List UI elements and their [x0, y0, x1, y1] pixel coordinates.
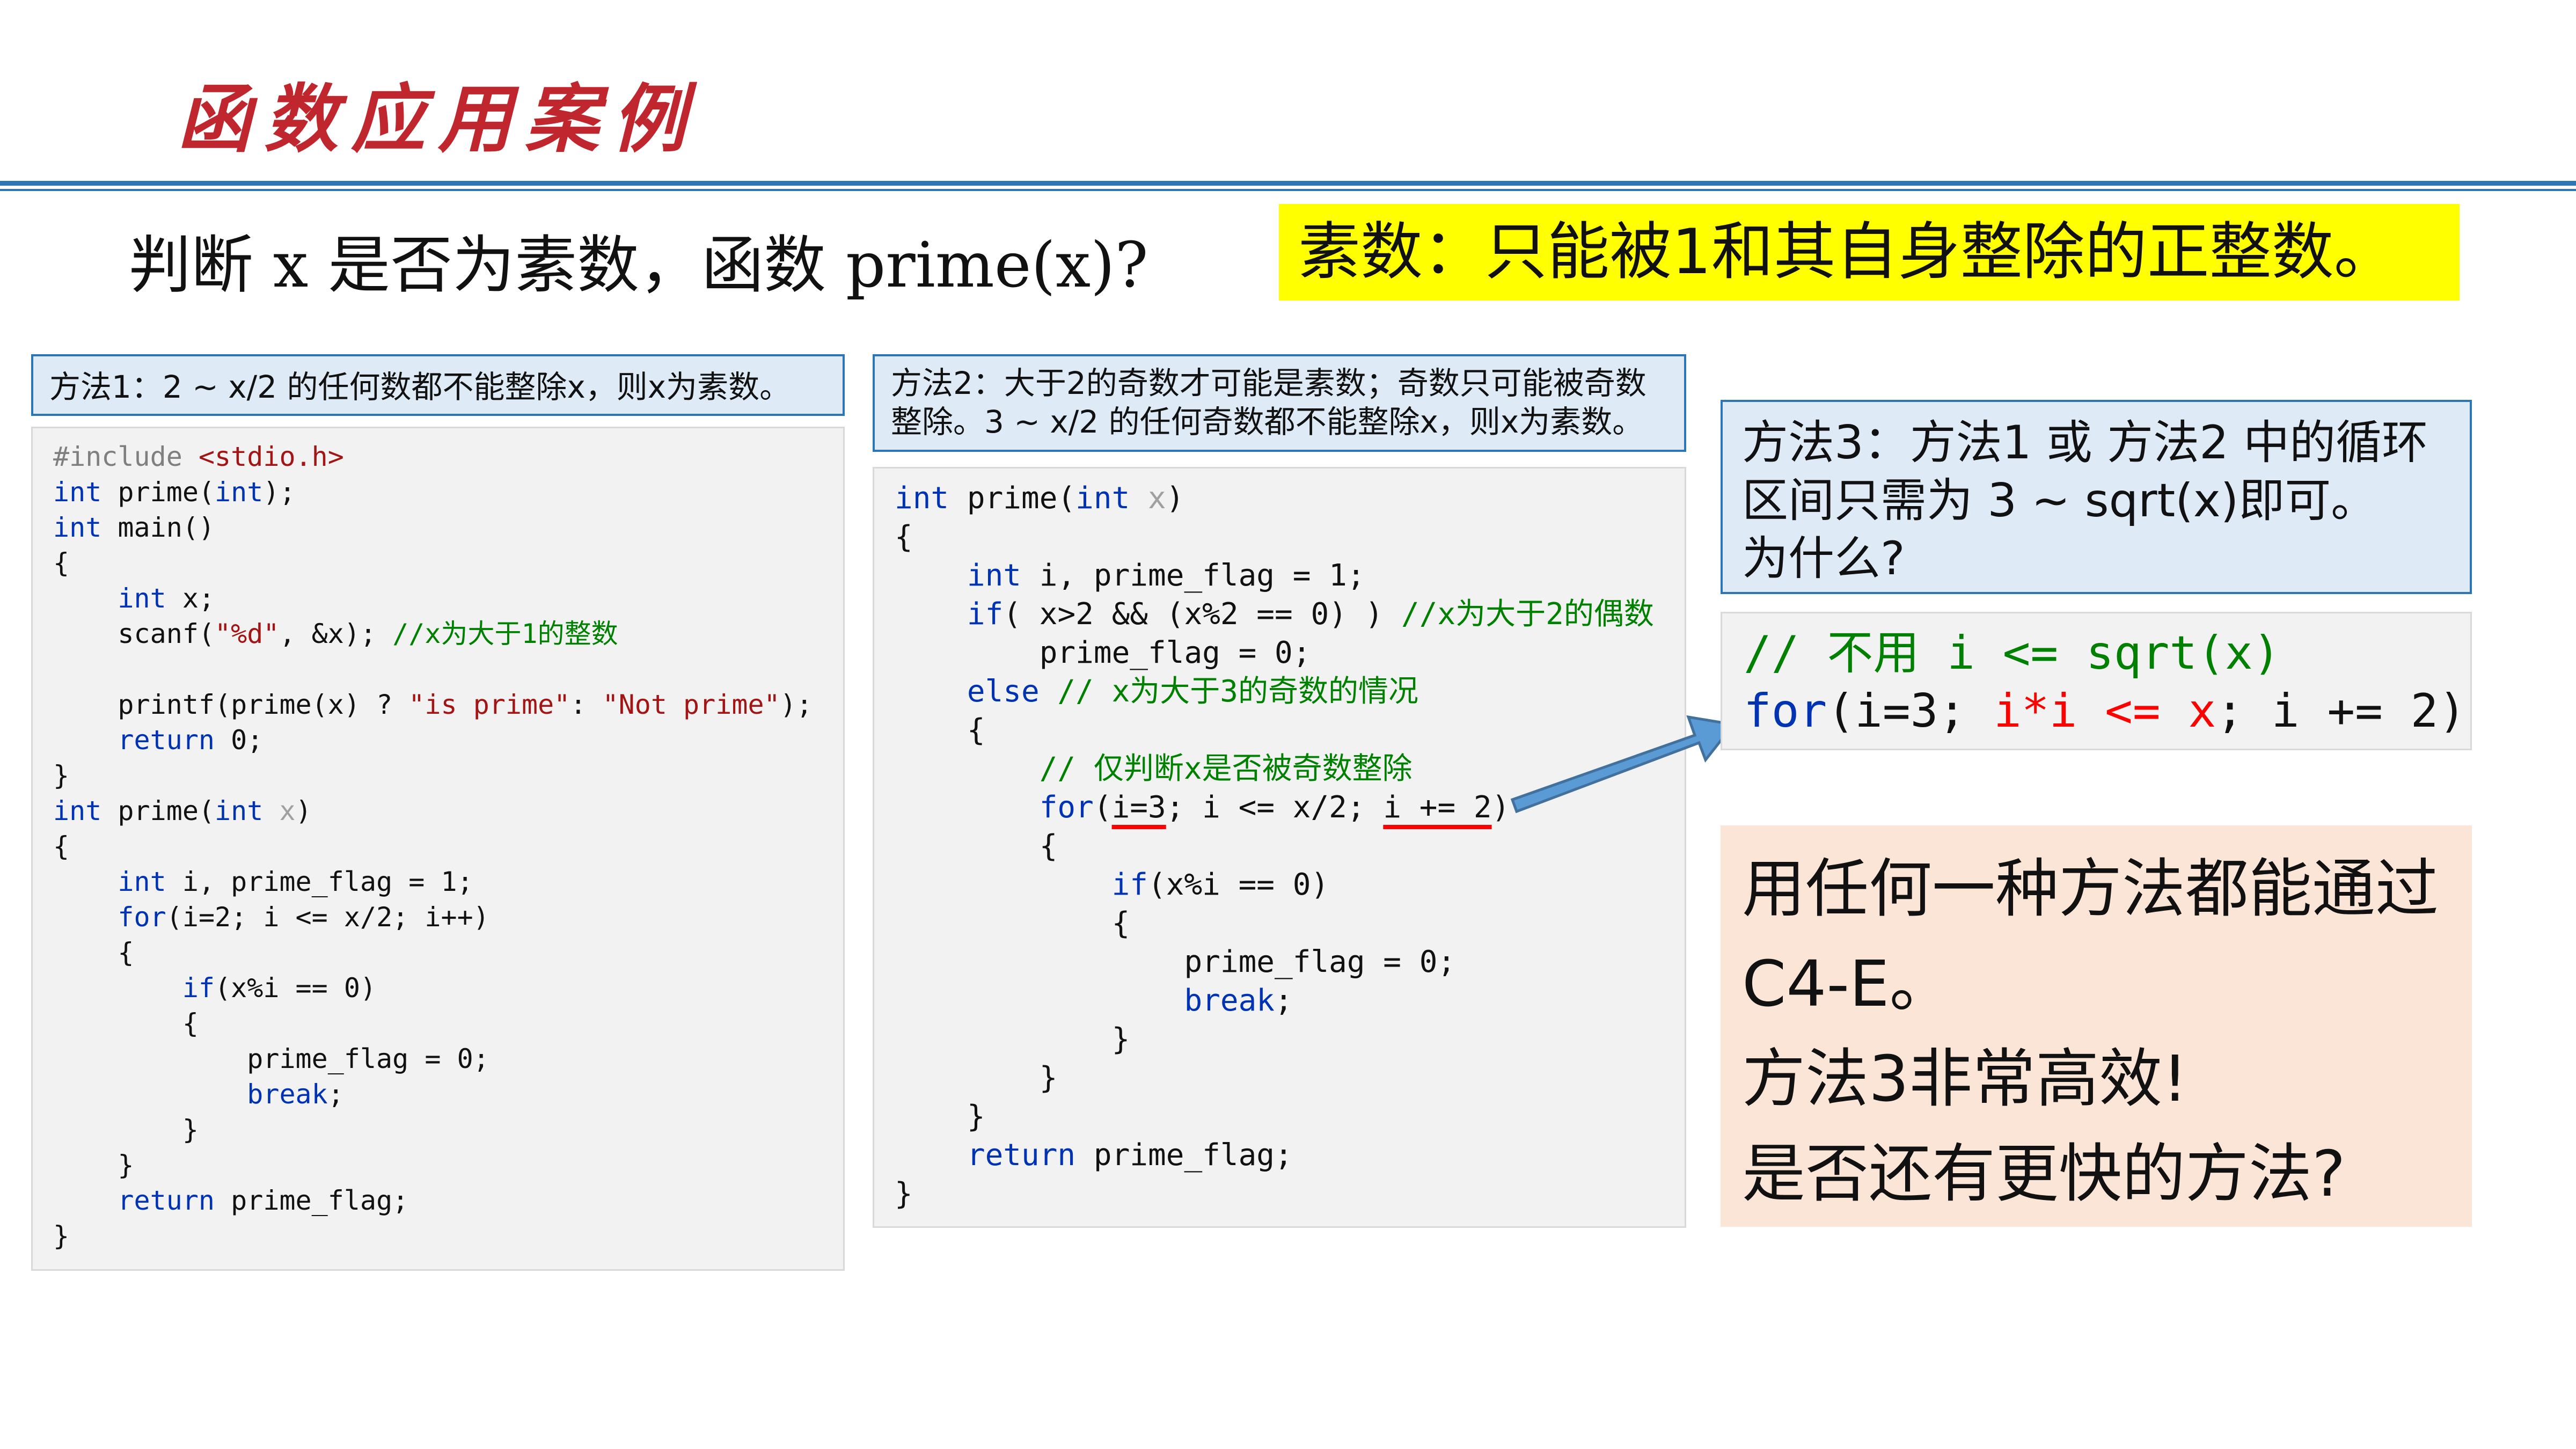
pointer-arrow-icon: [1510, 715, 1736, 814]
for-init-underline: i=3: [1111, 790, 1166, 825]
method2-code-box: int prime(int x) { int i, prime_flag = 1…: [873, 467, 1686, 1228]
note-line-2: C4-E。: [1742, 947, 1953, 1021]
method3-heading-line3: 为什么?: [1742, 532, 1905, 586]
question-text: 判断 x 是否为素数，函数 prime(x)?: [129, 229, 1148, 302]
method1-code-box: #include <stdio.h> int prime(int); int m…: [31, 427, 845, 1271]
method3-heading: 方法3：方法1 或 方法2 中的循环 区间只需为 3 ~ sqrt(x)即可。 为什…: [1721, 400, 2472, 594]
title-divider-thin: [0, 189, 2576, 191]
for-step-underline: i += 2: [1383, 790, 1492, 825]
note-line-1: 用任何一种方法都能通过: [1742, 852, 2439, 926]
conclusion-note: 用任何一种方法都能通过 C4-E。 方法3非常高效! 是否还有更快的方法?: [1721, 825, 2472, 1227]
method3-heading-line1: 方法3：方法1 或 方法2 中的循环: [1742, 416, 2428, 470]
method2-code: int prime(int x) { int i, prime_flag = 1…: [895, 481, 1654, 1211]
method2-heading-line2: 整除。3 ~ x/2 的任何奇数都不能整除x，则x为素数。: [891, 404, 1644, 440]
method2-heading-line1: 方法2：大于2的奇数才可能是素数；奇数只可能被奇数: [891, 365, 1646, 401]
method3-code: // 不用 i <= sqrt(x) for(i=3; i*i <= x; i …: [1744, 626, 2467, 738]
method1-heading: 方法1：2 ~ x/2 的任何数都不能整除x，则x为素数。: [31, 354, 845, 416]
method2-heading: 方法2：大于2的奇数才可能是素数；奇数只可能被奇数 整除。3 ~ x/2 的任何奇…: [873, 354, 1686, 452]
method3-heading-line2: 区间只需为 3 ~ sqrt(x)即可。: [1742, 474, 2377, 528]
slide-title: 函数应用案例: [177, 75, 699, 163]
method3-code-box: // 不用 i <= sqrt(x) for(i=3; i*i <= x; i …: [1721, 612, 2472, 750]
title-divider-thick: [0, 181, 2576, 186]
method1-code: #include <stdio.h> int prime(int); int m…: [53, 441, 813, 1252]
note-line-3: 方法3非常高效!: [1742, 1042, 2188, 1116]
prime-definition: 素数：只能被1和其自身整除的正整数。: [1279, 204, 2460, 301]
method1-heading-text: 方法1：2 ~ x/2 的任何数都不能整除x，则x为素数。: [49, 369, 791, 405]
note-line-4: 是否还有更快的方法?: [1742, 1137, 2346, 1211]
